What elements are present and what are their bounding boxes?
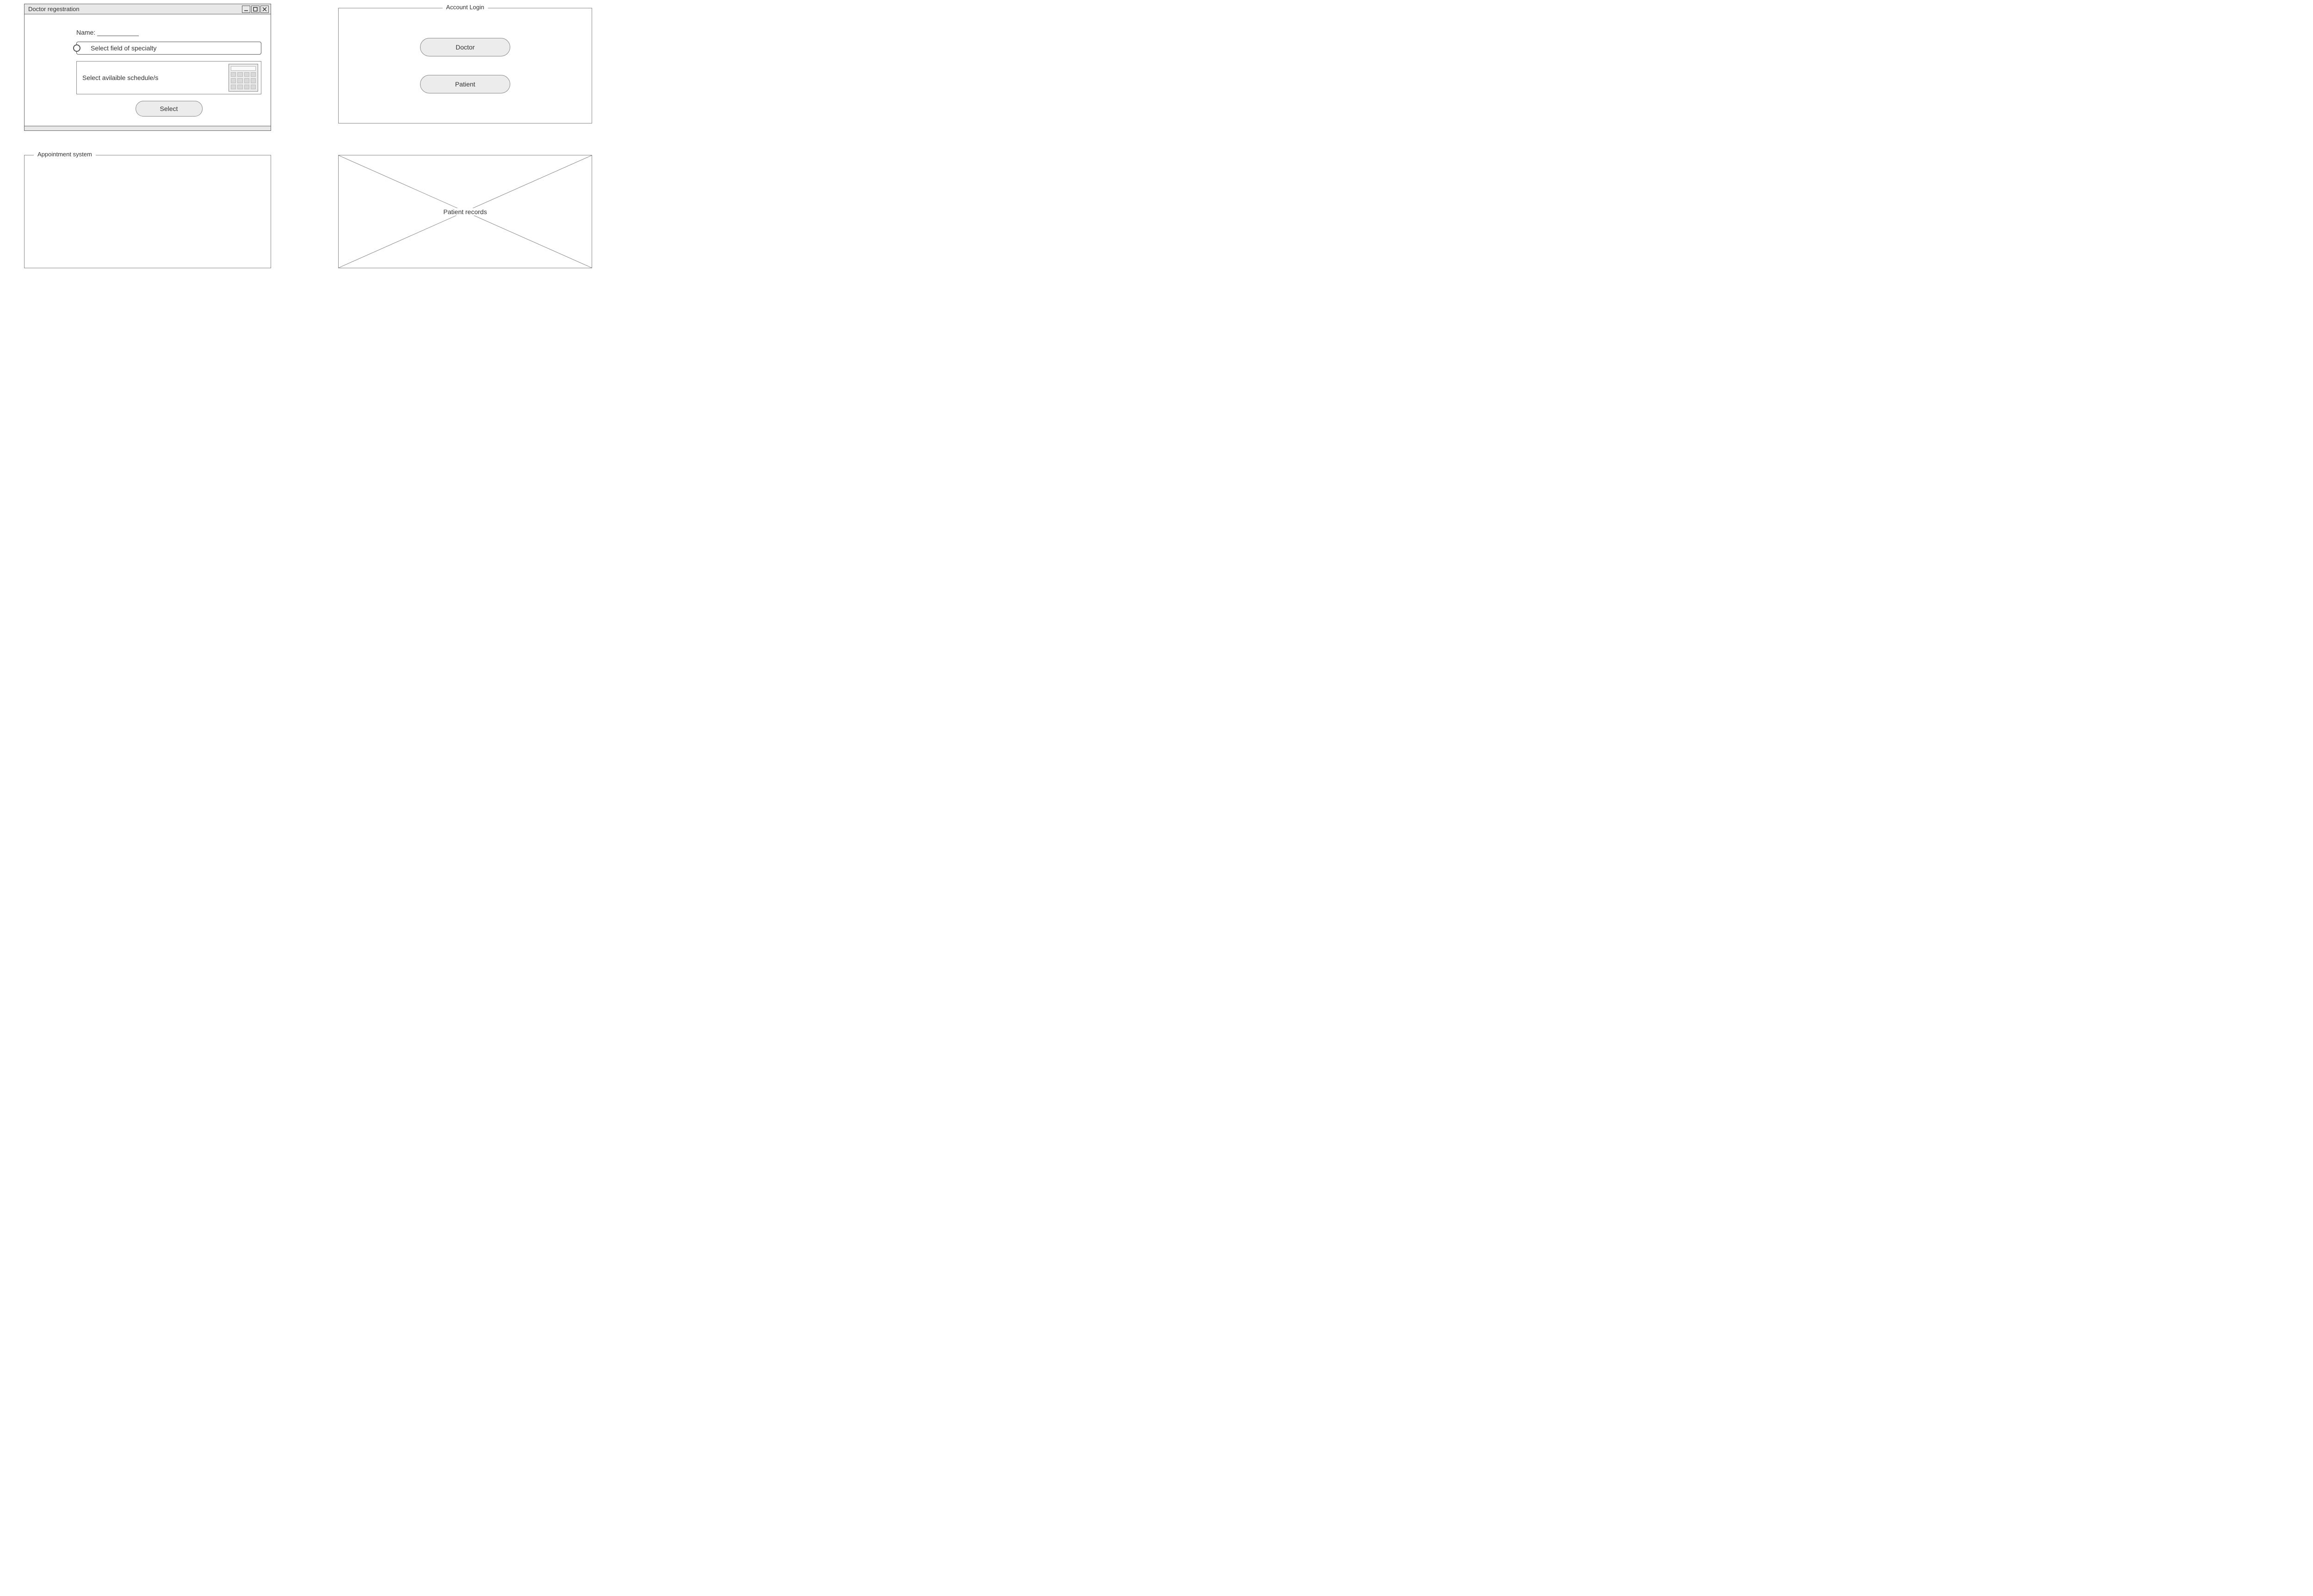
- patient-records-placeholder: Patient records: [338, 155, 592, 268]
- account-login-panel: Account Login Doctor Patient: [338, 8, 592, 123]
- maximize-button[interactable]: [251, 6, 260, 13]
- calendar-icon: [229, 64, 258, 92]
- patient-records-label: Patient records: [441, 208, 489, 216]
- maximize-icon: [253, 6, 258, 12]
- window-body: Name: Select field of specialty Select a…: [25, 14, 271, 126]
- window-status-bar: [25, 126, 271, 130]
- doctor-login-button[interactable]: Doctor: [420, 38, 510, 56]
- close-icon: [262, 6, 267, 12]
- specialty-select[interactable]: Select field of specialty: [76, 42, 261, 55]
- appointment-system-title: Appointment system: [34, 151, 96, 158]
- name-label: Name:: [76, 29, 95, 36]
- close-button[interactable]: [260, 6, 269, 13]
- specialty-placeholder: Select field of specialty: [91, 44, 156, 52]
- minimize-icon: [243, 6, 249, 12]
- schedule-select[interactable]: Select avilaible schedule/s: [76, 61, 261, 94]
- radio-icon: [73, 44, 80, 52]
- window-title: Doctor regestration: [28, 6, 80, 12]
- doctor-registration-window: Doctor regestration Name: Select field o…: [24, 4, 271, 131]
- name-input[interactable]: [97, 28, 139, 36]
- account-login-title: Account Login: [442, 4, 488, 11]
- minimize-button[interactable]: [242, 6, 250, 13]
- window-title-bar: Doctor regestration: [25, 4, 271, 14]
- schedule-placeholder: Select avilaible schedule/s: [82, 74, 158, 81]
- name-row: Name:: [76, 28, 261, 36]
- patient-login-button[interactable]: Patient: [420, 75, 510, 93]
- select-button[interactable]: Select: [136, 101, 203, 117]
- appointment-system-panel: Appointment system: [24, 155, 271, 268]
